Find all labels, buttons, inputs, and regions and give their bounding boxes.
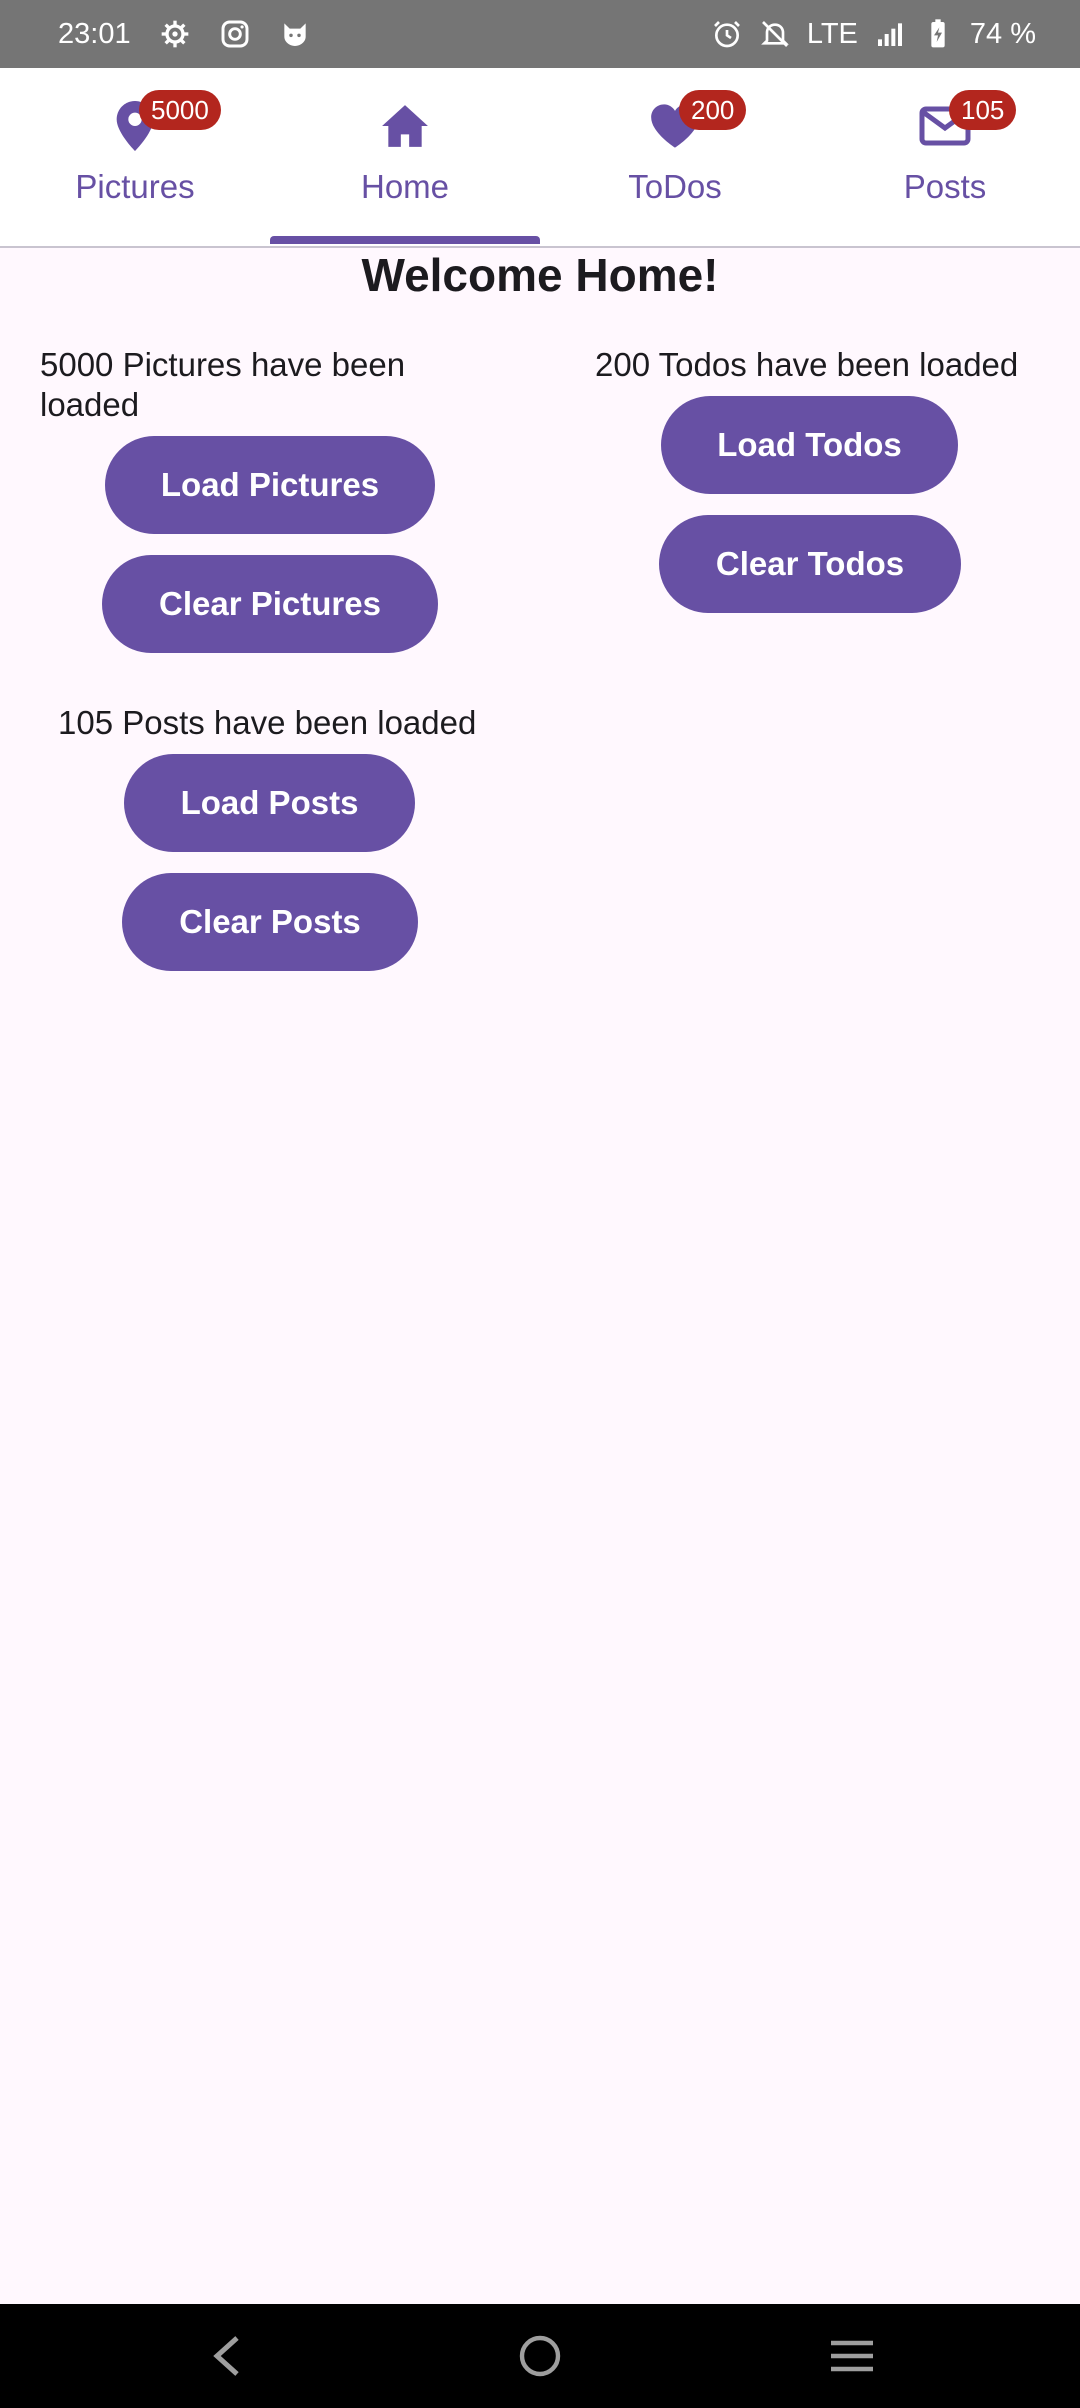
tab-bar: 5000 Pictures Home 200 ToDos 105 Posts bbox=[0, 68, 1080, 248]
recents-button[interactable] bbox=[822, 2326, 882, 2386]
status-time: 23:01 bbox=[58, 17, 131, 50]
tab-pictures[interactable]: 5000 Pictures bbox=[0, 68, 270, 246]
pictures-status-line2: loaded bbox=[40, 386, 140, 423]
badge-pictures: 5000 bbox=[139, 90, 221, 130]
battery-level: 74 % bbox=[969, 17, 1036, 50]
network-type: LTE bbox=[806, 17, 858, 50]
battery-charging-icon bbox=[931, 19, 945, 48]
back-button[interactable] bbox=[196, 2326, 256, 2386]
tab-pictures-label: Pictures bbox=[75, 168, 195, 205]
pictures-status: 5000 Pictures have been loaded bbox=[40, 345, 405, 425]
system-nav-bar bbox=[0, 2304, 1080, 2408]
badge-todos: 200 bbox=[679, 90, 747, 130]
menu-icon bbox=[831, 2340, 873, 2372]
load-posts-button[interactable]: Load Posts bbox=[124, 754, 415, 852]
selected-tab-indicator bbox=[270, 236, 540, 244]
tab-posts[interactable]: 105 Posts bbox=[810, 68, 1080, 246]
pictures-status-line1: 5000 Pictures have been bbox=[40, 346, 406, 383]
tab-home[interactable]: Home bbox=[270, 68, 540, 246]
bell-off-icon bbox=[760, 21, 789, 47]
page-title: Welcome Home! bbox=[361, 249, 719, 301]
settings-icon bbox=[161, 20, 188, 48]
badge-posts: 105 bbox=[949, 90, 1017, 130]
tab-todos[interactable]: 200 ToDos bbox=[540, 68, 810, 246]
instagram-icon bbox=[221, 20, 249, 48]
back-icon bbox=[213, 2336, 239, 2376]
todos-status: 200 Todos have been loaded bbox=[595, 346, 1019, 383]
load-todos-button[interactable]: Load Todos bbox=[661, 396, 958, 494]
cat-icon bbox=[283, 23, 306, 46]
clear-pictures-button[interactable]: Clear Pictures bbox=[102, 555, 438, 653]
home-icon bbox=[382, 105, 428, 147]
status-bar: 23:01 LTE 74 % bbox=[0, 0, 1080, 68]
posts-status: 105 Posts have been loaded bbox=[58, 704, 477, 741]
tab-home-label: Home bbox=[360, 168, 450, 205]
clear-todos-button[interactable]: Clear Todos bbox=[659, 515, 961, 613]
load-pictures-button[interactable]: Load Pictures bbox=[105, 436, 435, 534]
clear-posts-button[interactable]: Clear Posts bbox=[122, 873, 418, 971]
tab-posts-label: Posts bbox=[903, 168, 987, 205]
home-nav-button[interactable] bbox=[510, 2326, 570, 2386]
home-circle-icon bbox=[519, 2335, 561, 2377]
alarm-icon bbox=[713, 21, 740, 48]
signal-icon bbox=[877, 23, 902, 46]
tab-todos-label: ToDos bbox=[628, 168, 722, 205]
